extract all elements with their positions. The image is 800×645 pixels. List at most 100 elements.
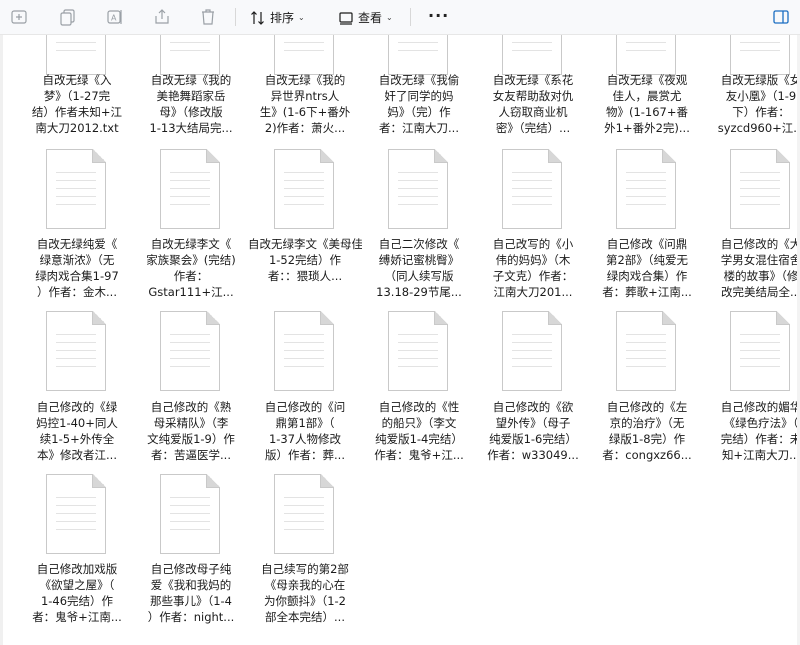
file-name: 自改无绿《我的 美艳舞蹈家岳 母》（修改版 1-13大结局完...	[134, 72, 248, 136]
view-button[interactable]: 查看 ⌄	[338, 9, 393, 26]
file-name-line: 望外传》（母子	[495, 416, 571, 430]
file-name: 自己修改的《欲 望外传》（母子 纯爱版1-6完结） 作者：w33049...	[476, 399, 590, 463]
file-name-line: 《欲望之屋》（	[39, 578, 115, 592]
file-name-line: 《绿色疗法》（	[723, 416, 799, 430]
file-name-line: 者：苦逼医学...	[151, 448, 231, 462]
text-file-icon	[160, 149, 220, 229]
file-name-line: 自改无绿《我偷	[378, 73, 460, 87]
text-file-icon	[274, 149, 334, 229]
delete-icon[interactable]	[197, 6, 219, 28]
file-name-line: 自己修改的《大	[720, 237, 800, 251]
file-name: 自改无绿《入 梦》（1-27完 结）作者未知+江 南大刀2012.txt	[20, 72, 134, 136]
view-label: 查看	[358, 11, 383, 25]
text-file-icon	[730, 311, 790, 391]
file-name-line: 知+江南大刀...	[721, 448, 800, 462]
file-name: 自己续写的第2部 《母亲我的心在 为你颤抖》（1-2 部全本完结）...	[248, 561, 362, 625]
chevron-down-icon: ⌄	[386, 13, 393, 22]
file-name-line: 1-52完结）作	[268, 253, 342, 267]
file-name-line: 自己修改的《性	[378, 400, 460, 414]
file-name: 自己修改的《绿 妈控1-40+同人 续1-5+外传全 本》修改者江...	[20, 399, 134, 463]
file-name-line: 自改无绿版《女	[720, 73, 800, 87]
file-name-line: 江南大刀201...	[493, 285, 573, 299]
file-name-line: 人窃取商业机	[498, 105, 568, 119]
file-name-line: 者：：猥琐人...	[267, 269, 343, 283]
text-file-icon	[502, 35, 562, 75]
share-icon[interactable]	[151, 6, 173, 28]
file-name: 自改无绿版《女 友小凰》（1-9 下）作者： syzcd960+江...	[704, 72, 800, 136]
text-file-icon	[160, 311, 220, 391]
file-name-line: 的船只》（李文	[381, 416, 457, 430]
file-name: 自己修改母子纯 爱《我和我妈的 那些事儿》（1-4 ）作者：night...	[134, 561, 248, 625]
file-name-line: 母采精队》（李	[153, 416, 229, 430]
file-name-line: 那些事儿》（1-4	[149, 594, 233, 608]
file-name-line: 本》修改者江...	[37, 448, 117, 462]
file-name-line: 自己修改母子纯	[150, 562, 232, 576]
file-name-line: 作者：鬼爷+江...	[374, 448, 464, 462]
file-name: 自改无绿李文《美母佳佳》（ 1-52完结）作者：：猥琐人...	[248, 236, 362, 284]
command-bar: A 排序 ⌄ 查看 ⌄ ···	[0, 0, 800, 35]
file-name-line: 绿意渐浓》（无	[39, 253, 115, 267]
text-file-icon	[274, 311, 334, 391]
text-file-icon	[274, 35, 334, 75]
file-name-line: 自改无绿纯爱《	[36, 237, 118, 251]
file-name-line: 部全本完结）...	[265, 610, 345, 624]
text-file-icon	[46, 149, 106, 229]
file-grid: 自改无绿《入 梦》（1-27完 结）作者未知+江 南大刀2012.txt 自改无绿《我的…	[0, 35, 800, 645]
text-file-icon	[616, 35, 676, 75]
file-name-line: 作者：w33049...	[487, 448, 579, 462]
file-name-line: 自己修改《问鼎	[606, 237, 688, 251]
file-name-line: 绿肉戏合集1-97	[35, 269, 119, 283]
file-name-line: 文纯爱版1-9）作	[147, 432, 235, 446]
file-name: 自己修改的《左 京的治疗》（无 绿版1-8完）作 者：congxz66...	[590, 399, 704, 463]
file-name-line: 作者：	[173, 269, 209, 283]
svg-text:A: A	[111, 14, 117, 23]
file-name: 自己改写的《小 伟的妈妈》（木 子文克）作者： 江南大刀201...	[476, 236, 590, 300]
file-name-line: 自己续写的第2部	[261, 562, 349, 576]
file-name-line: 母》（修改版	[159, 105, 223, 119]
text-file-icon	[388, 35, 448, 75]
more-options-button[interactable]: ···	[428, 6, 449, 25]
file-name-line: 妈》（完）作	[387, 105, 451, 119]
file-name-line: 学男女混住宿舍	[720, 253, 800, 267]
details-pane-icon[interactable]	[770, 6, 792, 28]
toolbar-separator	[410, 8, 411, 26]
file-name-line: 奸了同学的妈	[384, 89, 454, 103]
file-name-line: 伟的妈妈》（木	[495, 253, 571, 267]
chevron-down-icon: ⌄	[298, 13, 305, 22]
sort-button[interactable]: 排序 ⌄	[250, 9, 305, 26]
file-name-line: 为你颤抖》（1-2	[263, 594, 347, 608]
new-folder-icon[interactable]	[8, 6, 30, 28]
file-name-line: 自己修改的媚华	[720, 400, 800, 414]
file-name-line: 绿肉戏合集）作	[606, 269, 688, 283]
file-name: 自改无绿《夜观 佳人，晨赏尤 物》(1-167+番 外1+番外2完)...	[590, 72, 704, 136]
file-name-line: 美艳舞蹈家岳	[156, 89, 226, 103]
file-name-line: 密》（完结）...	[495, 121, 571, 135]
file-name-line: 自己修改的《左	[606, 400, 688, 414]
file-name-line: 妈控1-40+同人	[36, 416, 118, 430]
file-name-line: syzcd960+江...	[717, 121, 800, 135]
text-file-icon	[730, 149, 790, 229]
file-name-line: 自改无绿李文《	[150, 237, 232, 251]
text-file-icon	[502, 311, 562, 391]
file-name-line: 友小凰》（1-9	[725, 89, 797, 103]
file-name: 自己修改加戏版 《欲望之屋》（ 1-46完结）作 者：鬼爷+江南...	[20, 561, 134, 625]
rename-icon[interactable]: A	[104, 6, 126, 28]
file-name-line: 自己修改加戏版	[36, 562, 118, 576]
file-name-line: ）作者：night...	[147, 610, 235, 624]
file-name: 自己修改的媚华 《绿色疗法》（ 完结）作者：未 知+江南大刀...	[704, 399, 800, 463]
file-name-line: 自己修改的《绿	[36, 400, 118, 414]
file-name-line: 自改无绿李文《美母佳佳》（	[248, 237, 362, 251]
file-name-line: ）作者：金木...	[37, 285, 117, 299]
file-name-line: 者：congxz66...	[602, 448, 692, 462]
text-file-icon	[730, 35, 790, 75]
text-file-icon	[46, 35, 106, 75]
file-name: 自改无绿李文《 家族聚会》(完结) 作者： Gstar111+江...	[134, 236, 248, 300]
file-name-line: （同人续写版	[384, 269, 454, 283]
file-name-line: 纯爱版1-4完结）	[375, 432, 463, 446]
file-name-line: 1-13大结局完...	[149, 121, 233, 135]
file-name-line: 者：葬歌+江南...	[602, 285, 692, 299]
file-name-line: 缚娇记蜜桃臀》	[378, 253, 460, 267]
copy-icon[interactable]	[57, 6, 79, 28]
file-name-line: Gstar111+江...	[148, 285, 234, 299]
file-name-line: 京的治疗》（无	[609, 416, 685, 430]
